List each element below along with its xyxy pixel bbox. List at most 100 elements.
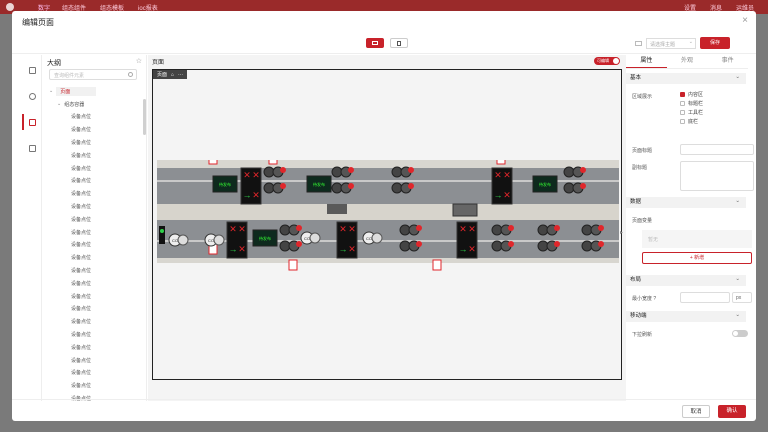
tree-node-device[interactable]: 设备点位 [43,111,143,124]
tree-node-device[interactable]: 设备点位 [43,354,143,367]
tree-node-device[interactable]: 设备点位 [43,303,143,316]
theme-area: 请选择主题 保存 [635,37,730,49]
canvas-label: 页面 [152,60,165,66]
tree-node-group[interactable]: ⌄ 组态容器 [43,98,143,111]
tree-node-device[interactable]: 设备点位 [43,277,143,290]
alarm-dot-icon [408,183,414,189]
tree-node-device[interactable]: 设备点位 [43,175,143,188]
device-marker [288,259,298,271]
tree-node-device[interactable]: 设备点位 [43,328,143,341]
code-tool[interactable] [22,137,42,159]
alarm-dot-icon [598,225,604,231]
help-icon[interactable]: ? [653,296,656,302]
tree-node-device[interactable]: 设备点位 [43,226,143,239]
page-stage[interactable]: 页面 ⌂ ··· 待发布 ✕ ✕ → ✕ 待发布 ✕ ✕ → ✕ 待发布 CO CO ✕ ✕ → ✕ 待发布 CO ✕… [152,69,622,380]
cancel-button[interactable]: 取消 [682,405,710,418]
collapse-right-icon[interactable]: ▸ [620,229,623,236]
section-layout[interactable]: 布局 [626,274,746,286]
section-mobile[interactable]: 移动端 [626,310,746,322]
unit-select[interactable]: px [732,292,752,303]
red-cross-icon: ✕ [468,244,476,254]
checkbox-icon [680,119,685,124]
alarm-dot-icon [408,167,414,173]
confirm-button[interactable]: 确认 [718,405,746,418]
chevron-down-icon: ⌄ [49,88,54,95]
desktop-view-button[interactable] [366,38,384,48]
checkbox-content-area[interactable]: 内容区 [680,91,703,98]
checkbox-icon [680,101,685,106]
tree-node-device[interactable]: 设备点位 [43,213,143,226]
green-arrow-icon: → [243,190,252,200]
red-cross-icon: ✕ [494,170,502,180]
min-width-input[interactable] [680,292,730,303]
tree-node-root[interactable]: ⌄ 页面 [43,85,143,98]
alarm-dot-icon [416,241,422,247]
subtitle-textarea[interactable] [680,161,754,191]
co-sensor-b [177,234,189,246]
tree-node-device[interactable]: 设备点位 [43,162,143,175]
device-switcher [366,38,408,48]
checkbox-title-bar[interactable]: 标题栏 [680,100,703,107]
alarm-dot-icon [296,225,302,231]
red-cross-icon: ✕ [348,224,356,234]
add-variable-button[interactable]: + 新增 [642,252,752,264]
device-marker [208,160,218,165]
outline-search-input[interactable]: 查询组件元素 [49,69,137,80]
tree-node-device[interactable]: 设备点位 [43,315,143,328]
tab-properties[interactable]: 属性 [626,55,667,68]
traffic-light [159,226,165,244]
red-cross-icon: ✕ [238,224,246,234]
co-sensor-b [371,232,383,244]
tree-node-device[interactable]: 设备点位 [43,367,143,380]
properties-panel: 属性 外观 事件 基本 区域展示 内容区 标题栏 工具栏 底栏 页面标题 副标题… [626,55,754,401]
alarm-dot-icon [416,225,422,231]
mobile-view-button[interactable] [390,38,408,48]
tree-node-device[interactable]: 设备点位 [43,200,143,213]
tree-node-device[interactable]: 设备点位 [43,264,143,277]
dialog-title: 编辑页面 [22,18,54,27]
tree-node-device[interactable]: 设备点位 [43,239,143,252]
close-icon[interactable]: × [742,15,748,26]
phone-icon [397,40,401,46]
theme-select[interactable]: 请选择主题 [646,37,696,49]
editable-toggle[interactable]: 可编辑 [594,57,620,65]
pull-refresh-switch[interactable] [732,330,748,337]
tab-events[interactable]: 事件 [707,55,748,68]
dialog-footer: 取消 确认 [12,399,756,421]
app-logo-icon [6,3,14,11]
pull-refresh-label: 下拉刷新 [632,332,653,338]
tree-node-device[interactable]: 设备点位 [43,341,143,354]
save-button[interactable]: 保存 [700,37,730,49]
alarm-dot-icon [554,225,560,231]
tree-node-device[interactable]: 设备点位 [43,123,143,136]
tree-node-device[interactable]: 设备点位 [43,187,143,200]
alarm-dot-icon [348,167,354,173]
monitor-icon [372,41,378,45]
tree-node-device[interactable]: 设备点位 [43,290,143,303]
alarm-dot-icon [554,241,560,247]
tree-node-device[interactable]: 设备点位 [43,251,143,264]
device-marker [268,160,278,165]
components-tool[interactable] [22,59,42,81]
section-data[interactable]: 数据 [626,196,746,208]
section-basic[interactable]: 基本 [626,72,746,84]
datasource-tool[interactable] [22,85,42,107]
tree-node-device[interactable]: 设备点位 [43,136,143,149]
checkbox-toolbar[interactable]: 工具栏 [680,109,703,116]
red-cross-icon: ✕ [468,224,476,234]
page-title-input[interactable] [680,144,754,155]
red-cross-icon: ✕ [238,244,246,254]
tunnel-scada-diagram[interactable]: 待发布✕ ✕→ ✕待发布✕ ✕→ ✕待发布CO CO✕ ✕→ ✕待发布 CO✕ ✕→ ✕CO✕ ✕→ ✕ [157,160,619,360]
home-icon[interactable]: ⌂ [171,72,174,78]
tree-node-device[interactable]: 设备点位 [43,379,143,392]
page-var-label: 页面变量 [632,218,653,224]
scrollbar[interactable] [143,99,146,135]
outline-tool[interactable] [22,111,42,133]
alarm-dot-icon [280,167,286,173]
checkbox-bottom-bar[interactable]: 底栏 [680,118,698,125]
pin-icon[interactable]: ☆ [136,57,142,65]
tree-node-device[interactable]: 设备点位 [43,149,143,162]
red-cross-icon: ✕ [503,190,511,200]
alarm-dot-icon [598,241,604,247]
tab-appearance[interactable]: 外观 [667,55,708,68]
